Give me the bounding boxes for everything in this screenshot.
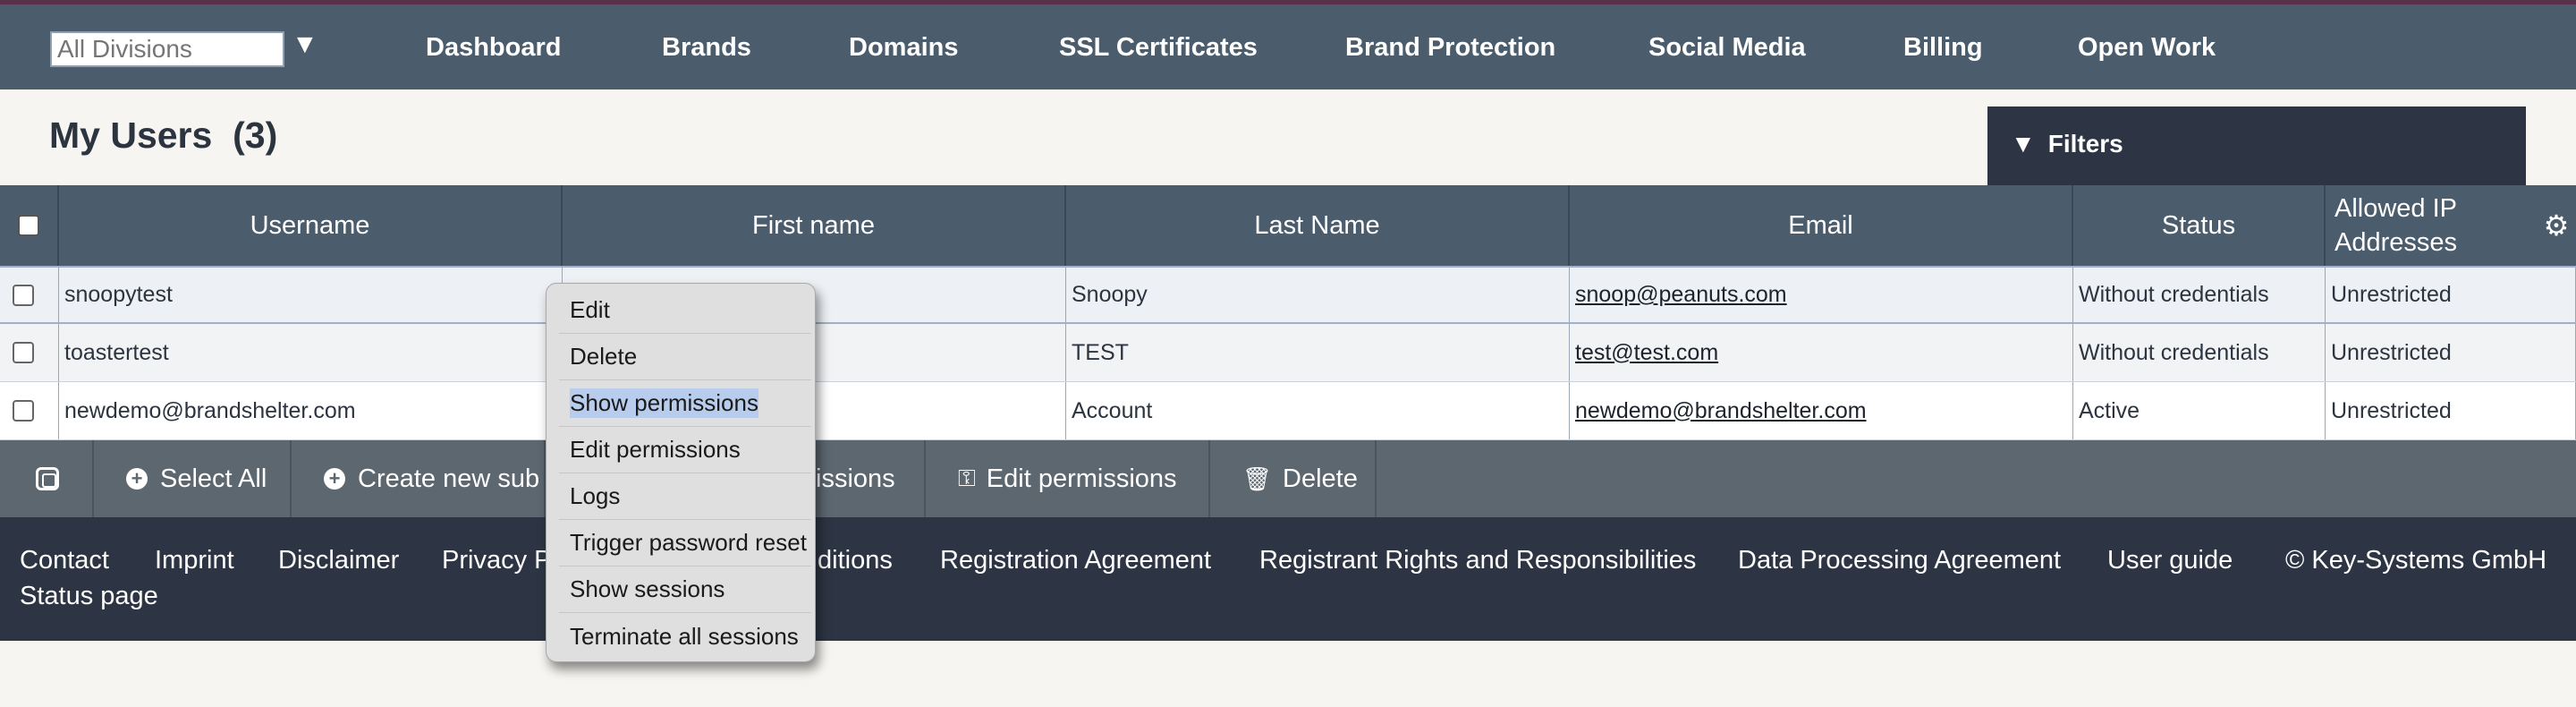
nav-billing[interactable]: Billing: [1903, 33, 1983, 63]
select-all-label: Select All: [160, 464, 267, 493]
edit-permissions-label: Edit permissions: [986, 464, 1177, 493]
select-all-checkbox-cell[interactable]: [0, 185, 59, 266]
table-row[interactable]: snoopytest Snoopy snoop@peanuts.com With…: [0, 266, 2576, 324]
menu-item-terminate-all-sessions[interactable]: Terminate all sessions: [559, 613, 811, 660]
create-new-subuser-button[interactable]: + Create new sub: [292, 440, 546, 517]
row-checkbox[interactable]: [13, 342, 34, 363]
cell-last-name: TEST: [1066, 324, 1570, 381]
footer-link-user-guide[interactable]: User guide: [2107, 546, 2233, 575]
context-menu: Edit Delete Show permissions Edit permis…: [546, 283, 816, 662]
table-row[interactable]: newdemo@brandshelter.com Account newdemo…: [0, 382, 2576, 440]
menu-item-edit[interactable]: Edit: [559, 287, 811, 334]
menu-item-show-sessions[interactable]: Show sessions: [559, 566, 811, 613]
table-row[interactable]: toastertest TEST test@test.com Without c…: [0, 324, 2576, 382]
page-title: My Users (3): [49, 115, 277, 157]
menu-item-show-permissions[interactable]: Show permissions: [559, 380, 811, 427]
row-checkbox-cell[interactable]: [0, 324, 59, 381]
cell-allowed-ip: Unrestricted: [2326, 382, 2576, 439]
users-table: Username First name Last Name Email Stat…: [0, 185, 2576, 440]
dropdown-caret-icon[interactable]: ▼: [292, 31, 318, 58]
column-first-name[interactable]: First name: [563, 185, 1066, 266]
table-header: Username First name Last Name Email Stat…: [0, 185, 2576, 266]
cell-last-name: Account: [1066, 382, 1570, 439]
cell-email: newdemo@brandshelter.com: [1570, 382, 2073, 439]
select-all-button[interactable]: + Select All: [94, 440, 292, 517]
division-select[interactable]: [50, 31, 284, 67]
column-email[interactable]: Email: [1570, 185, 2073, 266]
trash-icon: 🗑: [1242, 464, 1273, 492]
triangle-down-icon: ▼: [2011, 130, 2036, 158]
menu-item-trigger-password-reset[interactable]: Trigger password reset: [559, 520, 811, 566]
row-checkbox-cell[interactable]: [0, 268, 59, 322]
column-last-name[interactable]: Last Name: [1066, 185, 1570, 266]
menu-item-delete[interactable]: Delete: [559, 334, 811, 380]
filters-toggle[interactable]: ▼ Filters: [1987, 106, 2526, 185]
email-link[interactable]: test@test.com: [1575, 340, 1718, 366]
row-checkbox-cell[interactable]: [0, 382, 59, 439]
bulk-select-toggle[interactable]: [0, 440, 94, 517]
email-link[interactable]: newdemo@brandshelter.com: [1575, 398, 1867, 424]
nav-brands[interactable]: Brands: [662, 33, 751, 63]
delete-button[interactable]: 🗑 Delete: [1210, 440, 1377, 517]
plus-circle-icon: +: [126, 468, 148, 490]
page-title-text: My Users: [49, 115, 213, 156]
key-icon: ⚿: [958, 464, 976, 491]
nav-social-media[interactable]: Social Media: [1648, 33, 1806, 63]
footer-link-data-processing[interactable]: Data Processing Agreement: [1738, 546, 2061, 575]
checkbox-icon: [36, 467, 59, 490]
column-settings-gear-icon[interactable]: ⚙: [2537, 185, 2576, 266]
cell-allowed-ip: Unrestricted: [2326, 268, 2576, 322]
create-new-label: Create new sub: [358, 464, 540, 493]
footer-link-disclaimer[interactable]: Disclaimer: [278, 546, 399, 575]
cell-status: Without credentials: [2073, 268, 2326, 322]
cell-last-name: Snoopy: [1066, 268, 1570, 322]
column-status[interactable]: Status: [2073, 185, 2326, 266]
cell-email: snoop@peanuts.com: [1570, 268, 2073, 322]
nav-domains[interactable]: Domains: [849, 33, 958, 63]
footer-link-privacy[interactable]: Privacy P: [442, 546, 551, 575]
footer-copyright: © Key-Systems GmbH: [2285, 546, 2547, 575]
permissions-label: issions: [816, 464, 895, 493]
top-navbar: ▼ Dashboard Brands Domains SSL Certifica…: [0, 0, 2576, 89]
nav-ssl-certificates[interactable]: SSL Certificates: [1059, 33, 1258, 63]
column-username[interactable]: Username: [59, 185, 563, 266]
bulk-action-bar: + Select All + Create new sub issions ⚿ Edi…: [0, 440, 2576, 517]
filters-label: Filters: [2047, 130, 2123, 158]
delete-label: Delete: [1283, 464, 1358, 493]
edit-permissions-button[interactable]: ⚿ Edit permissions: [926, 440, 1210, 517]
cell-username: newdemo@brandshelter.com: [59, 382, 563, 439]
cell-username: snoopytest: [59, 268, 563, 322]
plus-circle-icon: +: [324, 468, 345, 490]
footer-link-status-page[interactable]: Status page: [20, 582, 158, 611]
cell-allowed-ip: Unrestricted: [2326, 324, 2576, 381]
column-allowed-ip[interactable]: Allowed IP Addresses: [2326, 185, 2540, 266]
nav-open-work[interactable]: Open Work: [2078, 33, 2216, 63]
footer-link-imprint[interactable]: Imprint: [155, 546, 234, 575]
menu-item-logs[interactable]: Logs: [559, 473, 811, 520]
cell-status: Active: [2073, 382, 2326, 439]
footer-link-contact[interactable]: Contact: [20, 546, 109, 575]
nav-dashboard[interactable]: Dashboard: [426, 33, 561, 63]
footer-link-registration-agreement[interactable]: Registration Agreement: [940, 546, 1211, 575]
nav-brand-protection[interactable]: Brand Protection: [1345, 33, 1555, 63]
user-count: (3): [233, 115, 278, 156]
footer-link-registrant-rights[interactable]: Registrant Rights and Responsibilities: [1259, 546, 1696, 575]
email-link[interactable]: snoop@peanuts.com: [1575, 282, 1787, 308]
cell-status: Without credentials: [2073, 324, 2326, 381]
division-search-input[interactable]: [52, 33, 283, 65]
cell-email: test@test.com: [1570, 324, 2073, 381]
menu-item-show-permissions-label: Show permissions: [570, 388, 758, 418]
header-checkbox[interactable]: [18, 215, 39, 236]
footer-link-terms[interactable]: ditions: [818, 546, 893, 575]
cell-username: toastertest: [59, 324, 563, 381]
row-checkbox[interactable]: [13, 400, 34, 422]
menu-item-edit-permissions[interactable]: Edit permissions: [559, 427, 811, 473]
footer: Contact Imprint Disclaimer Privacy P dit…: [0, 517, 2576, 641]
row-checkbox[interactable]: [13, 284, 34, 306]
